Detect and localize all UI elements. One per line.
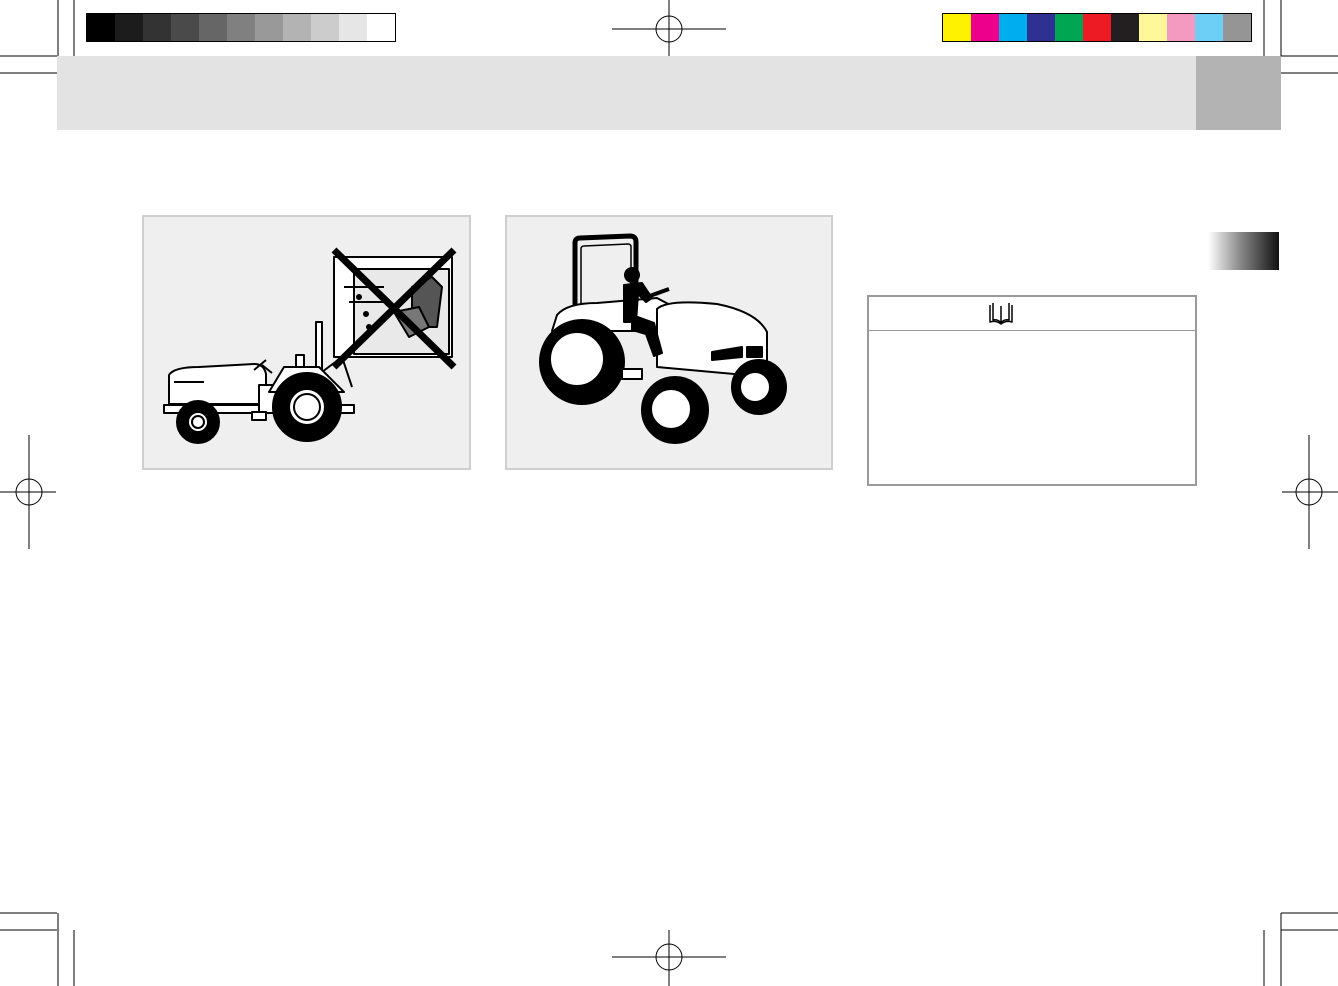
tractor-with-rops-operator-icon (539, 233, 787, 444)
figure-prohibited (142, 215, 471, 470)
color-swatch (255, 14, 283, 41)
color-swatch (1083, 14, 1111, 41)
color-swatch (227, 14, 255, 41)
color-swatch (1139, 14, 1167, 41)
color-swatch (199, 14, 227, 41)
header-band (57, 56, 1196, 130)
color-swatch (999, 14, 1027, 41)
crop-marks (0, 0, 1338, 986)
color-swatch (311, 14, 339, 41)
chapter-thumb-tab (1208, 232, 1279, 270)
note-box (867, 295, 1197, 486)
open-book-icon (989, 303, 1013, 325)
tractor-with-cab-prohibited-icon (163, 247, 457, 444)
color-swatch (1223, 14, 1251, 41)
color-swatch (1111, 14, 1139, 41)
color-swatch (115, 14, 143, 41)
color-swatch (1027, 14, 1055, 41)
color-swatch (1167, 14, 1195, 41)
color-swatch (143, 14, 171, 41)
color-swatch (87, 14, 115, 41)
note-box-header (869, 297, 1195, 331)
color-swatch (283, 14, 311, 41)
color-swatch (1055, 14, 1083, 41)
color-swatch (339, 14, 367, 41)
color-swatch (367, 14, 395, 41)
color-swatch (171, 14, 199, 41)
figure-correct (505, 215, 833, 470)
color-swatch (943, 14, 971, 41)
color-swatch (1195, 14, 1223, 41)
header-section-tab (1196, 56, 1281, 130)
color-swatch (971, 14, 999, 41)
